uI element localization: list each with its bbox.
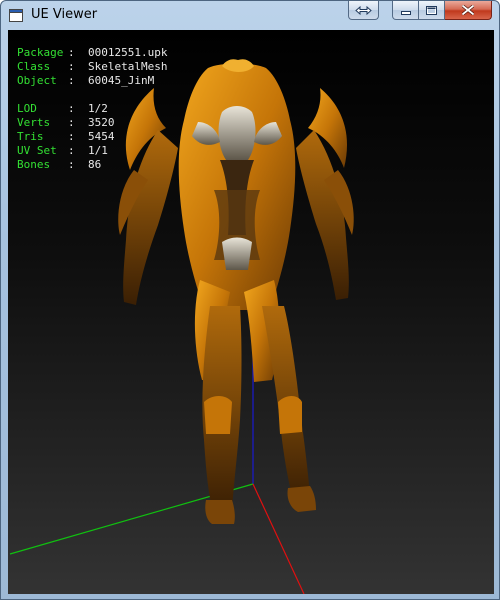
info-label: Class bbox=[17, 60, 51, 73]
snap-icon bbox=[355, 5, 372, 15]
info-row-object: Object: 60045_JinM bbox=[17, 74, 155, 87]
info-row-bones: Bones: 86 bbox=[17, 158, 102, 171]
app-window: UE Viewer Package: 00012551.upk Class:… bbox=[0, 0, 500, 600]
info-value: 1/1 bbox=[88, 144, 108, 157]
minimize-button[interactable] bbox=[392, 1, 419, 20]
info-row-verts: Verts: 3520 bbox=[17, 116, 115, 129]
info-row-lod: LOD: 1/2 bbox=[17, 102, 108, 115]
info-value: 3520 bbox=[88, 116, 115, 129]
minimize-icon bbox=[400, 10, 411, 15]
maximize-button[interactable] bbox=[419, 1, 445, 20]
info-value: 00012551.upk bbox=[88, 46, 168, 59]
info-label: Tris bbox=[17, 130, 44, 143]
info-value: SkeletalMesh bbox=[88, 60, 168, 73]
mesh-info-panel: Package: 00012551.upk Class: SkeletalMes… bbox=[17, 46, 167, 172]
title-bar[interactable]: UE Viewer bbox=[1, 1, 499, 30]
info-value: 86 bbox=[88, 158, 102, 171]
window-title: UE Viewer bbox=[31, 7, 98, 22]
info-value: 5454 bbox=[88, 130, 115, 143]
info-row-package: Package: 00012551.upk bbox=[17, 46, 168, 59]
close-button[interactable] bbox=[445, 1, 492, 20]
close-icon bbox=[462, 5, 474, 15]
info-label: UV Set bbox=[17, 144, 57, 157]
app-icon bbox=[9, 9, 23, 22]
info-value: 60045_JinM bbox=[88, 74, 155, 87]
info-label: Bones bbox=[17, 158, 51, 171]
info-row-uvset: UV Set: 1/1 bbox=[17, 144, 108, 157]
info-label: Verts bbox=[17, 116, 51, 129]
snap-button[interactable] bbox=[348, 1, 379, 20]
3d-viewport[interactable]: Package: 00012551.upk Class: SkeletalMes… bbox=[8, 30, 494, 594]
info-label: Object bbox=[17, 74, 57, 87]
maximize-icon bbox=[426, 5, 437, 15]
info-row-tris: Tris: 5454 bbox=[17, 130, 115, 143]
info-label: LOD bbox=[17, 102, 37, 115]
info-value: 1/2 bbox=[88, 102, 108, 115]
info-label: Package bbox=[17, 46, 64, 59]
info-row-class: Class: SkeletalMesh bbox=[17, 60, 168, 73]
